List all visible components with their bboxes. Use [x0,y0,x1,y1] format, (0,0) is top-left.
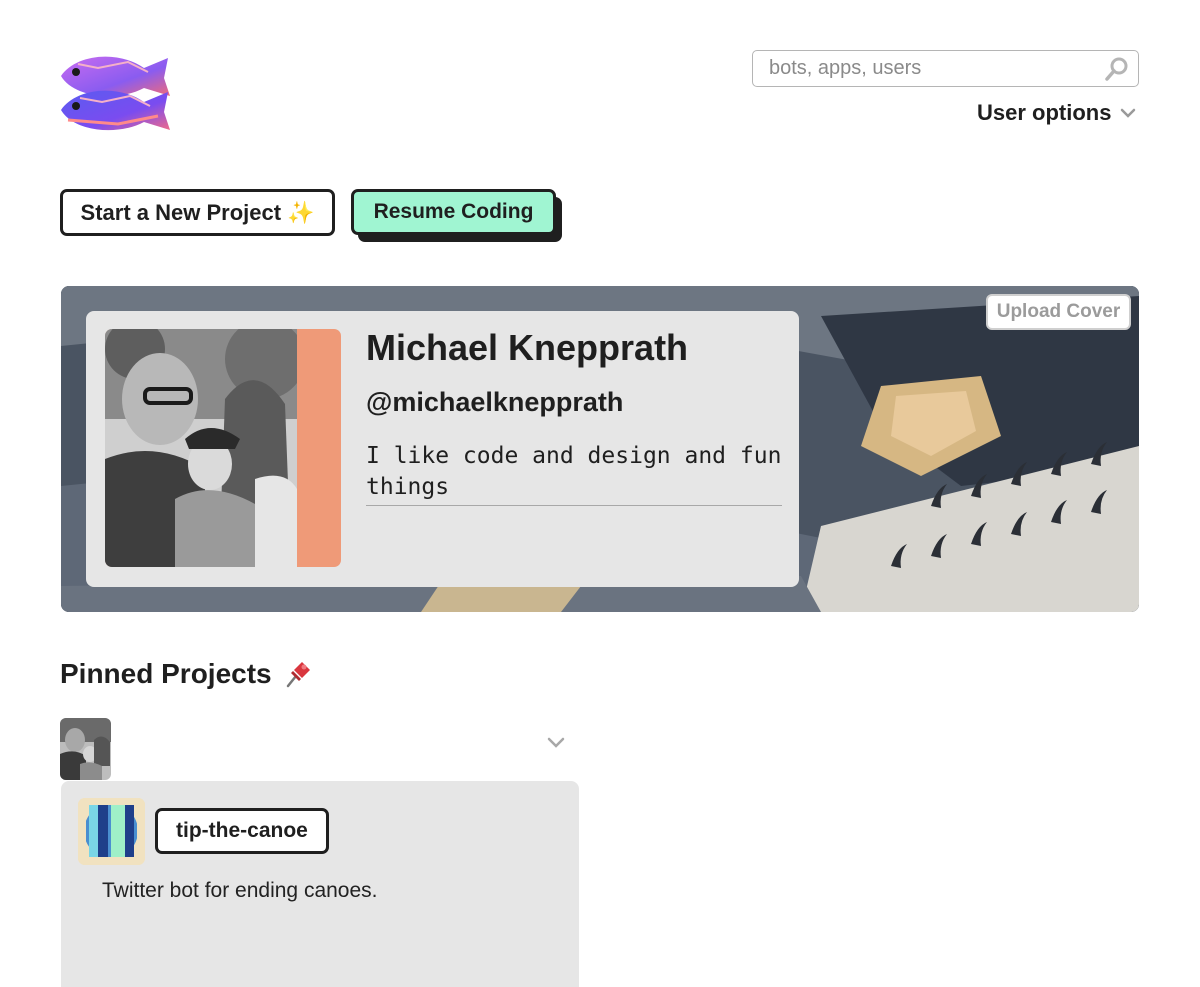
pinned-projects-title: Pinned Projects [60,658,272,689]
search-icon[interactable] [1104,56,1130,82]
project-avatar[interactable] [78,798,145,865]
upload-cover-button[interactable]: Upload Cover [986,294,1131,330]
user-options-label: User options [977,100,1112,125]
resume-coding-button[interactable]: Resume Coding [351,189,556,235]
avatar[interactable] [105,329,341,567]
resume-label: Resume Coding [373,200,534,223]
project-owner-avatar[interactable] [60,718,111,780]
sparkles-icon: ✨ [287,199,315,225]
user-options-menu[interactable]: User options [977,100,1137,126]
fish-logo-icon [61,56,170,131]
profile-name: Michael Knepprath [366,327,689,368]
logo[interactable] [58,50,172,138]
profile-card: Michael Knepprath @michaelknepprath I li… [86,311,799,587]
canoe-project-icon [78,798,145,865]
project-name-button[interactable]: tip-the-canoe [155,808,329,854]
chevron-down-icon[interactable] [545,732,567,752]
project-description: Twitter bot for ending canoes. [102,879,378,902]
upload-cover-label: Upload Cover [996,301,1121,322]
search-input[interactable] [769,51,1109,85]
profile-handle: @michaelknepprath [366,387,624,417]
profile-cover: Upload Cover Michael Knepprath @michaelk… [61,286,1139,612]
start-new-project-button[interactable]: Start a New Project ✨ [60,189,335,236]
profile-bio[interactable]: I like code and design and fun things [366,441,782,506]
owner-avatar-photo [60,718,111,780]
pinned-projects-heading: Pinned Projects [60,658,314,690]
project-name: tip-the-canoe [176,819,308,842]
chevron-down-icon [1121,108,1136,118]
new-project-label: Start a New Project [80,199,282,225]
pushpin-icon [286,662,310,688]
avatar-photo [105,329,297,567]
search-box[interactable] [752,50,1139,87]
project-card: tip-the-canoe Twitter bot for ending can… [61,781,579,987]
